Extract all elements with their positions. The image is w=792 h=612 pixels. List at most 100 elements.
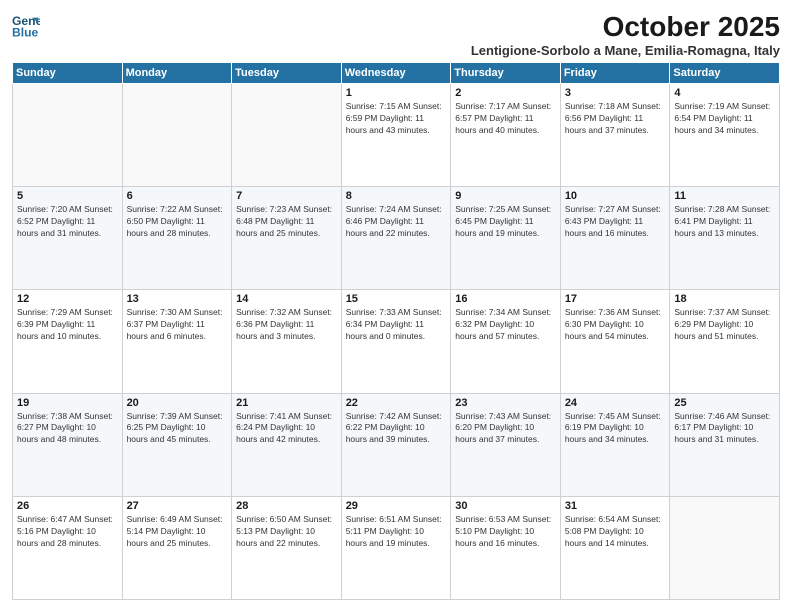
day-info: Sunrise: 7:46 AM Sunset: 6:17 PM Dayligh… (674, 411, 775, 447)
calendar-cell: 11 Sunrise: 7:28 AM Sunset: 6:41 PM Dayli… (670, 187, 780, 290)
week-row-4: 19Sunrise: 7:38 AM Sunset: 6:27 PM Dayli… (13, 393, 780, 496)
day-number: 22 (346, 397, 447, 409)
calendar-cell (670, 496, 780, 599)
day-info: Sunrise: 7:29 AM Sunset: 6:39 PM Dayligh… (17, 307, 118, 343)
logo: General Blue (12, 12, 40, 40)
day-number: 3 (565, 87, 666, 99)
calendar-cell: 16 Sunrise: 7:34 AM Sunset: 6:32 PM Dayli… (451, 290, 561, 393)
day-number: 25 (674, 397, 775, 409)
day-number: 31 (565, 500, 666, 512)
day-info: Sunrise: 7:30 AM Sunset: 6:37 PM Dayligh… (127, 307, 228, 343)
day-info: Sunrise: 7:18 AM Sunset: 6:56 PM Dayligh… (565, 101, 666, 137)
day-info: Sunrise: 7:33 AM Sunset: 6:34 PM Dayligh… (346, 307, 447, 343)
day-info: Sunrise: 6:49 AM Sunset: 5:14 PM Dayligh… (127, 514, 228, 550)
week-row-1: 1 Sunrise: 7:15 AM Sunset: 6:59 PM Daylig… (13, 83, 780, 186)
calendar-cell: 14 Sunrise: 7:32 AM Sunset: 6:36 PM Dayli… (232, 290, 342, 393)
day-info: Sunrise: 7:45 AM Sunset: 6:19 PM Dayligh… (565, 411, 666, 447)
day-number: 17 (565, 293, 666, 305)
day-number: 20 (127, 397, 228, 409)
col-saturday: Saturday (670, 62, 780, 83)
calendar-cell: 17 Sunrise: 7:36 AM Sunset: 6:30 PM Dayli… (560, 290, 670, 393)
day-info: Sunrise: 7:39 AM Sunset: 6:25 PM Dayligh… (127, 411, 228, 447)
calendar-cell: 29 Sunrise: 6:51 AM Sunset: 5:11 PM Dayli… (341, 496, 451, 599)
day-number: 4 (674, 87, 775, 99)
week-row-3: 12Sunrise: 7:29 AM Sunset: 6:39 PM Dayli… (13, 290, 780, 393)
calendar-cell: 7 Sunrise: 7:23 AM Sunset: 6:48 PM Daylig… (232, 187, 342, 290)
day-number: 14 (236, 293, 337, 305)
header: General Blue October 2025 Lentigione-Sor… (12, 12, 780, 58)
col-wednesday: Wednesday (341, 62, 451, 83)
calendar-cell: 8 Sunrise: 7:24 AM Sunset: 6:46 PM Daylig… (341, 187, 451, 290)
calendar-cell: 20 Sunrise: 7:39 AM Sunset: 6:25 PM Dayli… (122, 393, 232, 496)
day-info: Sunrise: 7:28 AM Sunset: 6:41 PM Dayligh… (674, 204, 775, 240)
calendar-cell: 12Sunrise: 7:29 AM Sunset: 6:39 PM Dayli… (13, 290, 123, 393)
calendar-cell: 18Sunrise: 7:37 AM Sunset: 6:29 PM Dayli… (670, 290, 780, 393)
calendar-cell: 13 Sunrise: 7:30 AM Sunset: 6:37 PM Dayli… (122, 290, 232, 393)
day-info: Sunrise: 7:23 AM Sunset: 6:48 PM Dayligh… (236, 204, 337, 240)
week-row-5: 26Sunrise: 6:47 AM Sunset: 5:16 PM Dayli… (13, 496, 780, 599)
calendar-cell: 19Sunrise: 7:38 AM Sunset: 6:27 PM Dayli… (13, 393, 123, 496)
calendar-cell: 21 Sunrise: 7:41 AM Sunset: 6:24 PM Dayli… (232, 393, 342, 496)
day-info: Sunrise: 7:17 AM Sunset: 6:57 PM Dayligh… (455, 101, 556, 137)
col-tuesday: Tuesday (232, 62, 342, 83)
calendar-cell: 22Sunrise: 7:42 AM Sunset: 6:22 PM Dayli… (341, 393, 451, 496)
day-number: 21 (236, 397, 337, 409)
day-number: 7 (236, 190, 337, 202)
day-info: Sunrise: 7:43 AM Sunset: 6:20 PM Dayligh… (455, 411, 556, 447)
day-info: Sunrise: 7:27 AM Sunset: 6:43 PM Dayligh… (565, 204, 666, 240)
day-number: 27 (127, 500, 228, 512)
day-number: 19 (17, 397, 118, 409)
day-number: 15 (346, 293, 447, 305)
day-number: 28 (236, 500, 337, 512)
calendar-table: Sunday Monday Tuesday Wednesday Thursday… (12, 62, 780, 600)
day-number: 13 (127, 293, 228, 305)
week-row-2: 5Sunrise: 7:20 AM Sunset: 6:52 PM Daylig… (13, 187, 780, 290)
calendar-cell: 24 Sunrise: 7:45 AM Sunset: 6:19 PM Dayli… (560, 393, 670, 496)
month-title: October 2025 (471, 12, 780, 43)
day-number: 30 (455, 500, 556, 512)
calendar-cell: 6Sunrise: 7:22 AM Sunset: 6:50 PM Daylig… (122, 187, 232, 290)
calendar-cell: 10 Sunrise: 7:27 AM Sunset: 6:43 PM Dayli… (560, 187, 670, 290)
day-info: Sunrise: 7:25 AM Sunset: 6:45 PM Dayligh… (455, 204, 556, 240)
col-monday: Monday (122, 62, 232, 83)
day-info: Sunrise: 7:41 AM Sunset: 6:24 PM Dayligh… (236, 411, 337, 447)
calendar-cell: 3 Sunrise: 7:18 AM Sunset: 6:56 PM Daylig… (560, 83, 670, 186)
col-sunday: Sunday (13, 62, 123, 83)
day-number: 11 (674, 190, 775, 202)
day-number: 9 (455, 190, 556, 202)
svg-text:Blue: Blue (12, 25, 39, 39)
calendar-cell: 15 Sunrise: 7:33 AM Sunset: 6:34 PM Dayli… (341, 290, 451, 393)
day-number: 29 (346, 500, 447, 512)
calendar-cell: 25 Sunrise: 7:46 AM Sunset: 6:17 PM Dayli… (670, 393, 780, 496)
day-info: Sunrise: 6:51 AM Sunset: 5:11 PM Dayligh… (346, 514, 447, 550)
header-row: Sunday Monday Tuesday Wednesday Thursday… (13, 62, 780, 83)
day-info: Sunrise: 7:32 AM Sunset: 6:36 PM Dayligh… (236, 307, 337, 343)
calendar-cell (232, 83, 342, 186)
day-number: 24 (565, 397, 666, 409)
calendar-cell: 5Sunrise: 7:20 AM Sunset: 6:52 PM Daylig… (13, 187, 123, 290)
day-info: Sunrise: 7:24 AM Sunset: 6:46 PM Dayligh… (346, 204, 447, 240)
calendar-cell: 31Sunrise: 6:54 AM Sunset: 5:08 PM Dayli… (560, 496, 670, 599)
logo-icon: General Blue (12, 12, 40, 40)
day-info: Sunrise: 7:36 AM Sunset: 6:30 PM Dayligh… (565, 307, 666, 343)
location-subtitle: Lentigione-Sorbolo a Mane, Emilia-Romagn… (471, 43, 780, 58)
calendar-cell (13, 83, 123, 186)
day-info: Sunrise: 6:50 AM Sunset: 5:13 PM Dayligh… (236, 514, 337, 550)
calendar-cell: 28 Sunrise: 6:50 AM Sunset: 5:13 PM Dayli… (232, 496, 342, 599)
day-number: 26 (17, 500, 118, 512)
day-info: Sunrise: 7:34 AM Sunset: 6:32 PM Dayligh… (455, 307, 556, 343)
day-number: 16 (455, 293, 556, 305)
day-info: Sunrise: 7:22 AM Sunset: 6:50 PM Dayligh… (127, 204, 228, 240)
calendar-cell: 26Sunrise: 6:47 AM Sunset: 5:16 PM Dayli… (13, 496, 123, 599)
day-info: Sunrise: 7:15 AM Sunset: 6:59 PM Dayligh… (346, 101, 447, 137)
day-info: Sunrise: 7:20 AM Sunset: 6:52 PM Dayligh… (17, 204, 118, 240)
calendar-page: General Blue October 2025 Lentigione-Sor… (0, 0, 792, 612)
day-number: 1 (346, 87, 447, 99)
day-info: Sunrise: 7:19 AM Sunset: 6:54 PM Dayligh… (674, 101, 775, 137)
calendar-cell: 30Sunrise: 6:53 AM Sunset: 5:10 PM Dayli… (451, 496, 561, 599)
calendar-cell (122, 83, 232, 186)
day-number: 10 (565, 190, 666, 202)
day-number: 18 (674, 293, 775, 305)
day-number: 8 (346, 190, 447, 202)
col-thursday: Thursday (451, 62, 561, 83)
